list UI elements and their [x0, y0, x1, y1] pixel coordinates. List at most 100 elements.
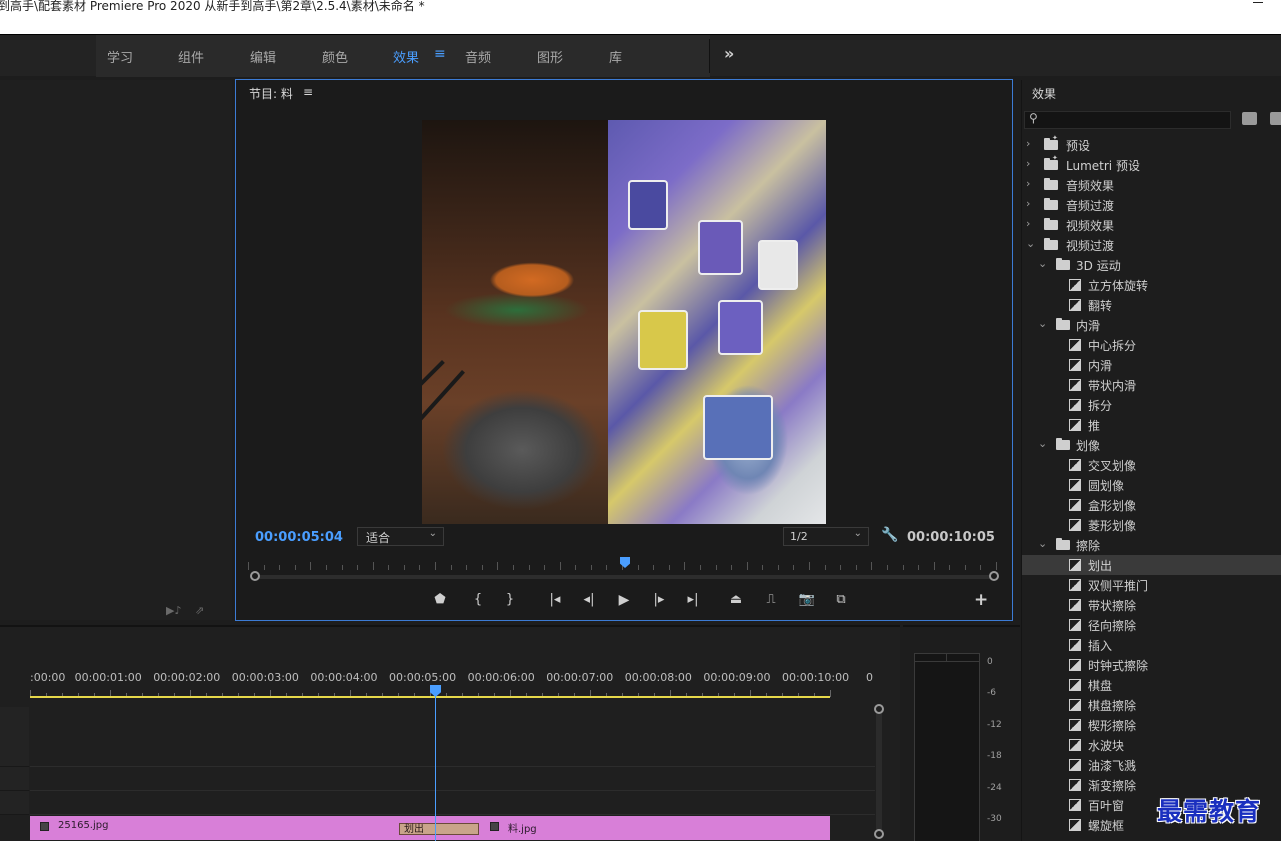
track-v1[interactable]	[30, 791, 875, 815]
effects-tree-transition-item[interactable]: 菱形划像	[1022, 515, 1281, 535]
timeline-vertical-scrollbar[interactable]	[876, 707, 882, 835]
workspace-tab-effects[interactable]: 效果	[393, 47, 419, 66]
track-v2[interactable]	[30, 767, 875, 791]
effects-tree-transition-item[interactable]: 翻转	[1022, 295, 1281, 315]
step-forward-icon[interactable]: |▸	[647, 592, 671, 607]
effects-tree-transition-item[interactable]: 楔形擦除	[1022, 715, 1281, 735]
add-marker-icon[interactable]: ⬟	[428, 592, 452, 607]
accelerated-effects-icon[interactable]	[1242, 112, 1257, 125]
insert-icon[interactable]: ▶♪	[166, 604, 181, 617]
effects-tree-transition-item[interactable]: 时钟式擦除	[1022, 655, 1281, 675]
zoom-fit-value: 适合	[366, 531, 391, 545]
timeline-clip[interactable]: 25165.jpg	[30, 816, 430, 840]
effects-tree-transition-item[interactable]: 立方体旋转	[1022, 275, 1281, 295]
workspace-tab-learn[interactable]: 学习	[107, 47, 133, 66]
effects-tree-transition-item[interactable]: 内滑	[1022, 355, 1281, 375]
effects-tree-transition-item[interactable]: 径向擦除	[1022, 615, 1281, 635]
effects-search-input[interactable]: ⚲	[1024, 111, 1231, 129]
scrollbar-right-handle[interactable]	[989, 571, 999, 581]
camera-icon[interactable]: 📷	[795, 592, 819, 607]
32bit-effects-icon[interactable]	[1270, 112, 1281, 125]
effects-tree-transition-item[interactable]: 划出	[1022, 555, 1281, 575]
effects-tree-folder[interactable]: ⌄ 视频过渡	[1022, 235, 1281, 255]
workspace-tab-color[interactable]: 颜色	[322, 47, 348, 66]
panel-menu-icon[interactable]: ≡	[303, 85, 313, 99]
effects-tree-folder[interactable]: ⌄ 内滑	[1022, 315, 1281, 335]
effects-tree-transition-item[interactable]: 中心拆分	[1022, 335, 1281, 355]
effects-tree-transition-item[interactable]: 棋盘	[1022, 675, 1281, 695]
track-v3[interactable]	[30, 707, 875, 767]
effects-tree-folder[interactable]: › Lumetri 预设	[1022, 154, 1281, 175]
workspace-menu-icon[interactable]: ≡	[434, 46, 446, 62]
more-workspaces-icon[interactable]: »	[724, 44, 734, 63]
chevron-down-icon[interactable]: ⌄	[1038, 257, 1047, 270]
audio-meter-peak[interactable]	[914, 653, 980, 662]
effects-tree-folder[interactable]: ⌄ 划像	[1022, 435, 1281, 455]
comparison-view-icon[interactable]: ⧉	[829, 592, 853, 607]
effects-tree-folder[interactable]: ⌄ 3D 运动	[1022, 255, 1281, 275]
scrollbar-bottom-handle[interactable]	[874, 829, 884, 839]
chevron-right-icon[interactable]: ›	[1026, 197, 1030, 210]
effects-panel-title[interactable]: 效果	[1032, 85, 1056, 102]
monitor-zoom-scrollbar[interactable]	[256, 575, 994, 579]
go-to-out-icon[interactable]: ▸|	[681, 592, 705, 607]
effects-tree-transition-item[interactable]: 推	[1022, 415, 1281, 435]
play-icon[interactable]: ▶	[612, 592, 636, 608]
mark-in-icon[interactable]: {	[466, 592, 490, 607]
chevron-down-icon[interactable]: ⌄	[1026, 237, 1035, 250]
effects-tree-transition-item[interactable]: 带状内滑	[1022, 375, 1281, 395]
extract-icon[interactable]: ⎍	[759, 592, 783, 607]
chevron-right-icon[interactable]: ›	[1026, 217, 1030, 230]
lift-icon[interactable]: ⏏	[724, 592, 748, 607]
effects-tree-transition-item[interactable]: 水波块	[1022, 735, 1281, 755]
wrench-icon[interactable]: 🔧	[881, 527, 898, 543]
ruler-tick	[575, 565, 576, 570]
video-preview[interactable]	[422, 120, 826, 524]
effects-tree-transition-item[interactable]: 双侧平推门	[1022, 575, 1281, 595]
export-frame-icon[interactable]: ⇗	[195, 604, 204, 617]
effects-tree-transition-item[interactable]: 拆分	[1022, 395, 1281, 415]
workspace-tab-editing[interactable]: 编辑	[250, 47, 276, 66]
timeline-clip[interactable]: 料.jpg	[430, 816, 830, 840]
chevron-down-icon[interactable]: ⌄	[1038, 437, 1047, 450]
effects-tree-folder[interactable]: ⌄ 擦除	[1022, 535, 1281, 555]
go-to-in-icon[interactable]: |◂	[543, 592, 567, 607]
chevron-right-icon[interactable]: ›	[1026, 177, 1030, 190]
playback-resolution-select[interactable]: 1/2 ⌄	[783, 527, 869, 546]
track-header-v1[interactable]	[0, 791, 29, 815]
transition-block[interactable]: 划出	[399, 823, 479, 835]
chevron-down-icon[interactable]: ⌄	[1038, 537, 1047, 550]
track-header-v2[interactable]	[0, 767, 29, 791]
timeline-ruler-labels[interactable]: :00:00 00:00:01:00 00:00:02:00 00:00:03:00 0…	[0, 671, 880, 687]
effects-tree-transition-item[interactable]: 交叉划像	[1022, 455, 1281, 475]
effects-tree-folder[interactable]: › 音频效果	[1022, 175, 1281, 195]
scrollbar-top-handle[interactable]	[874, 704, 884, 714]
workspace-tab-assembly[interactable]: 组件	[178, 47, 204, 66]
step-back-icon[interactable]: ◂|	[577, 592, 601, 607]
tree-item-label: 擦除	[1076, 539, 1101, 553]
scrollbar-left-handle[interactable]	[250, 571, 260, 581]
effects-tree-folder[interactable]: › 音频过渡	[1022, 195, 1281, 215]
minimize-button[interactable]	[1253, 2, 1263, 3]
playhead-timecode[interactable]: 00:00:05:04	[255, 530, 343, 545]
effects-tree-transition-item[interactable]: 盒形划像	[1022, 495, 1281, 515]
effects-tree-transition-item[interactable]: 带状擦除	[1022, 595, 1281, 615]
workspace-tab-graphics[interactable]: 图形	[537, 47, 563, 66]
chevron-right-icon[interactable]: ›	[1026, 157, 1030, 170]
workspace-tab-libraries[interactable]: 库	[609, 47, 622, 66]
effects-tree-transition-item[interactable]: 棋盘擦除	[1022, 695, 1281, 715]
mark-out-icon[interactable]: }	[498, 592, 522, 607]
chevron-down-icon[interactable]: ⌄	[1038, 317, 1047, 330]
effects-tree-transition-item[interactable]: 圆划像	[1022, 475, 1281, 495]
effects-tree-folder[interactable]: › 预设	[1022, 134, 1281, 155]
work-area-bar[interactable]	[30, 696, 830, 698]
effects-tree-transition-item[interactable]: 油漆飞溅	[1022, 755, 1281, 775]
program-monitor-title[interactable]: 节目: 料	[249, 85, 293, 102]
workspace-tab-audio[interactable]: 音频	[465, 47, 491, 66]
track-header-v3[interactable]	[0, 707, 29, 767]
effects-tree-transition-item[interactable]: 插入	[1022, 635, 1281, 655]
button-editor-add-icon[interactable]: +	[974, 590, 988, 610]
effects-tree-folder[interactable]: › 视频效果	[1022, 215, 1281, 235]
chevron-right-icon[interactable]: ›	[1026, 137, 1030, 150]
zoom-fit-select[interactable]: 适合 ⌄	[357, 527, 444, 546]
